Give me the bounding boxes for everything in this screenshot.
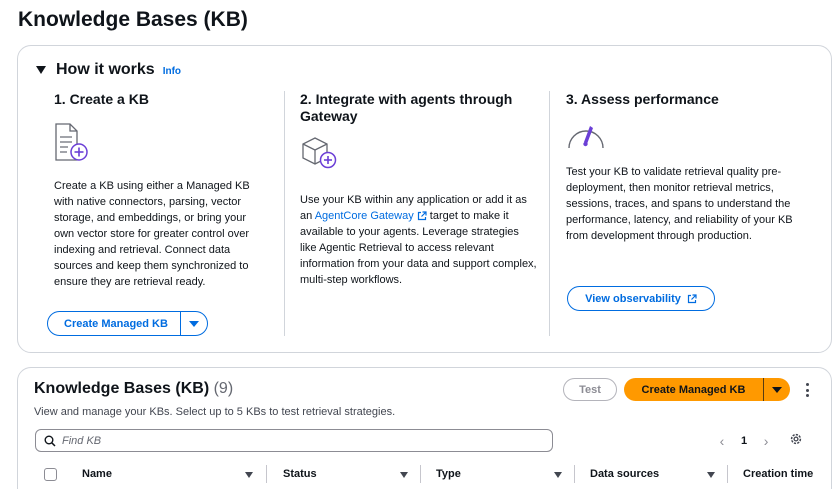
search-icon: [44, 435, 56, 447]
step-integrate-gateway: 2. Integrate with agents through Gateway…: [300, 91, 538, 288]
previous-page-icon[interactable]: ‹: [715, 433, 729, 449]
knowledge-bases-table-panel: Knowledge Bases (KB) (9) View and manage…: [17, 367, 832, 489]
sort-icon[interactable]: [554, 472, 562, 478]
create-options-dropdown[interactable]: [181, 312, 207, 335]
step-heading: 1. Create a KB: [54, 91, 149, 107]
step-description: Test your KB to validate retrieval quali…: [566, 166, 793, 242]
step-description: Create a KB using either a Managed KB wi…: [54, 180, 250, 288]
create-managed-kb-button[interactable]: Create Managed KB: [48, 312, 180, 335]
search-input[interactable]: [62, 434, 522, 447]
cube-add-icon: [302, 137, 337, 169]
current-page[interactable]: 1: [741, 435, 747, 447]
pagination: ‹ 1 ›: [715, 433, 773, 449]
column-separator: [420, 465, 421, 483]
select-all-checkbox[interactable]: [44, 468, 57, 481]
step-heading: 2. Integrate with agents through Gateway: [300, 91, 513, 124]
page-title: Knowledge Bases (KB): [18, 8, 248, 31]
caret-down-icon: [772, 386, 782, 393]
gauge-icon: [568, 126, 604, 149]
sort-icon[interactable]: [245, 472, 253, 478]
column-divider: [549, 91, 550, 336]
how-it-works-toggle[interactable]: How it works Info: [36, 61, 181, 79]
column-divider: [284, 91, 285, 336]
how-it-works-panel: How it works Info 1. Create a KB Create …: [17, 45, 832, 353]
test-button[interactable]: Test: [563, 378, 617, 401]
column-header-name[interactable]: Name: [82, 468, 112, 480]
create-managed-kb-primary-split-button[interactable]: Create Managed KB: [624, 378, 790, 401]
view-observability-label: View observability: [585, 292, 681, 305]
button-divider: [763, 378, 764, 401]
more-actions-icon[interactable]: [803, 381, 811, 399]
column-header-status[interactable]: Status: [283, 468, 317, 480]
gear-icon[interactable]: [789, 432, 803, 446]
step-create-kb: 1. Create a KB Create a KB using either …: [54, 91, 266, 290]
table-header: Name Status Type Data sources Creation t…: [18, 462, 831, 488]
view-observability-button[interactable]: View observability: [567, 286, 715, 311]
create-primary-dropdown[interactable]: [764, 378, 790, 401]
how-it-works-title: How it works: [56, 61, 155, 78]
column-header-data-sources[interactable]: Data sources: [590, 468, 659, 480]
info-link[interactable]: Info: [163, 66, 181, 77]
document-add-icon: [55, 123, 88, 161]
caret-down-icon[interactable]: [36, 66, 46, 74]
sort-icon[interactable]: [707, 472, 715, 478]
caret-down-icon: [189, 320, 199, 327]
column-separator: [727, 465, 728, 483]
external-link-icon: [687, 293, 697, 303]
kb-count: (9): [213, 380, 234, 397]
search-field[interactable]: [35, 429, 553, 452]
next-page-icon[interactable]: ›: [759, 433, 773, 449]
column-header-creation-time[interactable]: Creation time: [743, 468, 813, 480]
table-title: Knowledge Bases (KB) (9): [34, 380, 234, 397]
create-managed-kb-split-button[interactable]: Create Managed KB: [47, 311, 208, 336]
column-separator: [266, 465, 267, 483]
sort-icon[interactable]: [400, 472, 408, 478]
external-link-icon: [417, 211, 427, 221]
step-heading: 3. Assess performance: [566, 91, 719, 107]
step-assess-performance: 3. Assess performance Test your KB to va…: [566, 91, 814, 244]
column-header-type[interactable]: Type: [436, 468, 461, 480]
table-description: View and manage your KBs. Select up to 5…: [34, 406, 396, 418]
create-managed-kb-primary-button[interactable]: Create Managed KB: [624, 378, 763, 401]
step-description: Use your KB within any application or ad…: [300, 192, 538, 288]
column-separator: [574, 465, 575, 483]
agentcore-gateway-link[interactable]: AgentCore Gateway: [315, 210, 427, 222]
